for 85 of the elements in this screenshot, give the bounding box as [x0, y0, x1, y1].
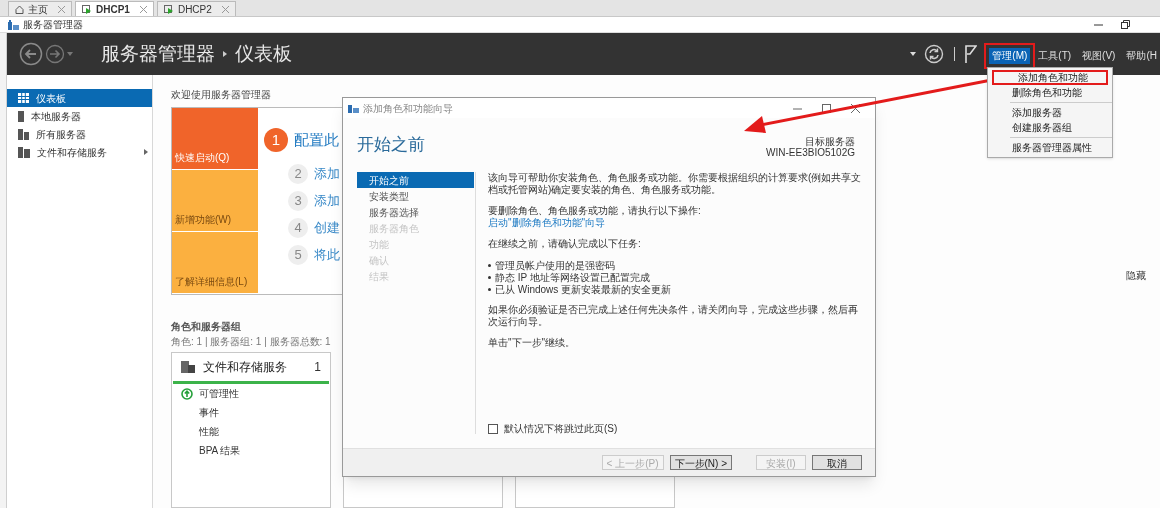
- dropdown-item[interactable]: 服务器管理器属性: [988, 140, 1113, 155]
- step-number: 4: [288, 217, 308, 238]
- refresh-icon[interactable]: [924, 44, 945, 64]
- sidebar-item[interactable]: 所有服务器: [7, 125, 152, 143]
- card-item[interactable]: 可管理性: [199, 386, 239, 401]
- breadcrumb-separator-icon: [223, 51, 227, 57]
- sidebar-item[interactable]: 仪表板: [7, 89, 152, 107]
- dropdown-item[interactable]: 添加角色和功能: [992, 70, 1109, 85]
- server-icon: [18, 128, 29, 140]
- vm-tab[interactable]: 主页: [8, 1, 72, 16]
- menu-item[interactable]: 视图(V): [1079, 48, 1119, 64]
- target-server-name: WIN-EE3BIO5102G: [766, 147, 855, 158]
- section-title: 角色和服务器组: [171, 320, 241, 334]
- list-item: 已从 Windows 更新安装最新的安全更新: [495, 283, 672, 297]
- step-number: 5: [288, 244, 308, 265]
- breadcrumb-item[interactable]: 仪表板: [235, 39, 292, 69]
- card-count: 1: [314, 359, 321, 376]
- expand-icon[interactable]: [144, 149, 148, 155]
- sidebar-item[interactable]: 文件和存储服务: [7, 143, 152, 161]
- card-item[interactable]: 性能: [199, 424, 219, 439]
- bullet-icon: [488, 275, 491, 279]
- list-item: 静态 IP 地址等网络设置已配置完成: [495, 271, 650, 284]
- bullet-icon: [488, 263, 491, 267]
- server-icon: [181, 361, 195, 373]
- forward-icon[interactable]: [45, 44, 65, 64]
- vm-icon: [163, 4, 174, 14]
- checkbox[interactable]: [488, 423, 498, 434]
- step-link[interactable]: 添加: [314, 163, 340, 184]
- vm-icon: [82, 4, 92, 14]
- step-link[interactable]: 添加: [314, 190, 340, 211]
- paragraph: 如果你必须验证是否已完成上述任何先决条件，请关闭向导，完成这些步骤，然后再次运行向导。: [488, 304, 859, 328]
- caret-icon[interactable]: [910, 52, 917, 56]
- target-server-label: 目标服务器: [805, 136, 855, 147]
- maximize-icon[interactable]: [822, 103, 831, 113]
- section-title: 欢迎使用服务器管理器: [171, 88, 271, 102]
- hide-link[interactable]: 隐藏: [1126, 268, 1146, 283]
- wizard-step[interactable]: 服务器选择: [357, 204, 474, 220]
- wizard-heading: 开始之前: [357, 134, 425, 156]
- flag-icon[interactable]: [965, 45, 978, 63]
- paragraph: 该向导可帮助你安装角色、角色服务或功能。你需要根据组织的计算要求(例如共享文档或托管网站)确定要安装的角色、角色服务或功能。: [488, 172, 863, 196]
- wizard-button[interactable]: 取消: [812, 455, 862, 470]
- wizard-button[interactable]: 下一步(N) >: [669, 455, 732, 470]
- app-icon: [8, 19, 19, 30]
- menu-item[interactable]: 帮助(H: [1123, 48, 1160, 64]
- step-link[interactable]: 将此: [314, 244, 340, 265]
- card-item[interactable]: 事件: [199, 405, 219, 420]
- grid-icon: [18, 93, 29, 103]
- list-item: 管理员帐户使用的是强密码: [495, 258, 615, 272]
- vm-tab[interactable]: DHCP1: [75, 1, 154, 16]
- step-link[interactable]: 配置此: [294, 128, 339, 152]
- dropdown-item[interactable]: 创建服务器组: [988, 120, 1113, 135]
- bullet-icon: [488, 287, 491, 291]
- server-icon: [18, 146, 30, 158]
- home-icon: [15, 4, 24, 14]
- dropdown-item[interactable]: 删除角色和功能: [988, 85, 1113, 100]
- app-icon: [348, 103, 359, 113]
- status-ok-icon: [180, 387, 193, 400]
- server-icon: [18, 110, 24, 122]
- dialog-title: 添加角色和功能向导: [363, 101, 453, 116]
- paragraph: 单击"下一步"继续。: [488, 337, 577, 349]
- close-icon[interactable]: [139, 5, 147, 13]
- back-icon[interactable]: [19, 42, 43, 66]
- dropdown-item[interactable]: 添加服务器: [988, 105, 1113, 120]
- sidebar-item[interactable]: 本地服务器: [7, 107, 152, 125]
- wizard-step[interactable]: 开始之前: [357, 172, 474, 188]
- quick-start-tile[interactable]: 新增功能(W): [172, 170, 258, 232]
- link[interactable]: 启动"删除角色和功能"向导: [488, 217, 606, 229]
- step-link[interactable]: 创建: [314, 217, 340, 238]
- step-number: 1: [264, 128, 288, 152]
- card-item[interactable]: BPA 结果: [199, 443, 241, 458]
- step-number: 3: [288, 190, 308, 211]
- paragraph: 在继续之前，请确认完成以下任务:: [488, 238, 642, 250]
- card-title[interactable]: 文件和存储服务: [203, 358, 287, 376]
- roles-summary: 角色: 1 | 服务器组: 1 | 服务器总数: 1: [171, 335, 331, 349]
- step-number: 2: [288, 163, 308, 184]
- menu-item[interactable]: 工具(T): [1035, 48, 1075, 64]
- checkbox-label: 默认情况下将跳过此页(S): [504, 422, 618, 436]
- vm-tab[interactable]: DHCP2: [156, 1, 236, 16]
- close-icon[interactable]: [851, 103, 860, 113]
- window-title: 服务器管理器: [23, 19, 83, 30]
- quick-start-tile[interactable]: 了解详细信息(L): [172, 232, 258, 294]
- restore-icon[interactable]: [1121, 20, 1130, 29]
- breadcrumb-item[interactable]: 服务器管理器: [101, 39, 215, 69]
- paragraph: 要删除角色、角色服务或功能，请执行以下操作:: [488, 205, 702, 217]
- wizard-step[interactable]: 安装类型: [357, 188, 474, 204]
